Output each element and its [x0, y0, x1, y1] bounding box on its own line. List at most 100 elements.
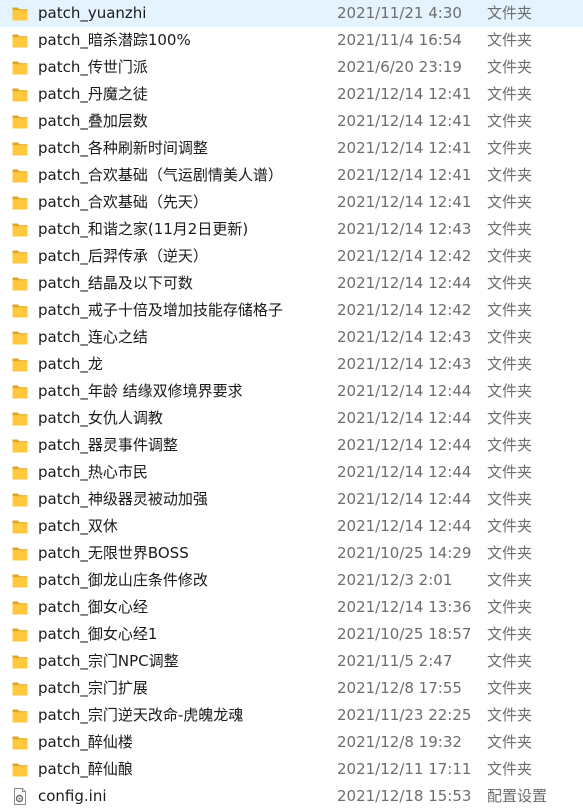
file-name: patch_年龄 结缘双修境界要求	[38, 382, 243, 400]
folder-icon	[12, 734, 28, 751]
folder-icon	[12, 626, 28, 643]
file-name: patch_宗门扩展	[38, 679, 148, 697]
modified-date: 2021/12/14 12:44	[337, 490, 472, 508]
list-item[interactable]: patch_连心之结 2021/12/14 12:43 文件夹	[0, 324, 583, 351]
modified-date: 2021/12/14 12:44	[337, 274, 472, 292]
file-name: patch_龙	[38, 355, 103, 373]
list-item[interactable]: patch_女仇人调教 2021/12/14 12:44 文件夹	[0, 405, 583, 432]
list-item[interactable]: patch_各种刷新时间调整 2021/12/14 12:41 文件夹	[0, 135, 583, 162]
list-item[interactable]: patch_传世门派 2021/6/20 23:19 文件夹	[0, 54, 583, 81]
file-type: 文件夹	[487, 139, 533, 157]
file-type: 文件夹	[487, 31, 533, 49]
file-type: 文件夹	[487, 85, 533, 103]
file-name: patch_醉仙酿	[38, 760, 133, 778]
folder-icon	[12, 32, 28, 49]
modified-date: 2021/12/14 12:41	[337, 139, 472, 157]
modified-date: 2021/11/23 22:25	[337, 706, 472, 724]
file-type: 文件夹	[487, 58, 533, 76]
modified-date: 2021/10/25 14:29	[337, 544, 472, 562]
list-item[interactable]: patch_丹魔之徒 2021/12/14 12:41 文件夹	[0, 81, 583, 108]
modified-date: 2021/12/14 12:41	[337, 166, 472, 184]
modified-date: 2021/12/14 12:43	[337, 328, 472, 346]
list-item[interactable]: patch_器灵事件调整 2021/12/14 12:44 文件夹	[0, 432, 583, 459]
list-item[interactable]: patch_yuanzhi 2021/11/21 4:30 文件夹	[0, 0, 583, 27]
modified-date: 2021/12/14 12:41	[337, 112, 472, 130]
folder-icon	[12, 572, 28, 589]
list-item[interactable]: patch_后羿传承（逆天） 2021/12/14 12:42 文件夹	[0, 243, 583, 270]
list-item[interactable]: patch_双休 2021/12/14 12:44 文件夹	[0, 513, 583, 540]
file-name: patch_器灵事件调整	[38, 436, 178, 454]
file-type: 文件夹	[487, 247, 533, 265]
file-type: 文件夹	[487, 382, 533, 400]
file-name: patch_戒子十倍及增加技能存储格子	[38, 301, 283, 319]
modified-date: 2021/12/14 12:43	[337, 355, 472, 373]
list-item[interactable]: patch_戒子十倍及增加技能存储格子 2021/12/14 12:42 文件夹	[0, 297, 583, 324]
folder-icon	[12, 275, 28, 292]
file-type: 文件夹	[487, 328, 533, 346]
file-type: 文件夹	[487, 571, 533, 589]
modified-date: 2021/12/11 17:11	[337, 760, 472, 778]
folder-icon	[12, 599, 28, 616]
file-type: 文件夹	[487, 598, 533, 616]
file-name: patch_合欢基础（气运剧情美人谱）	[38, 166, 283, 184]
folder-icon	[12, 302, 28, 319]
modified-date: 2021/12/14 12:41	[337, 85, 472, 103]
file-type: 文件夹	[487, 625, 533, 643]
list-item[interactable]: patch_醉仙酿 2021/12/11 17:11 文件夹	[0, 756, 583, 783]
file-type: 文件夹	[487, 355, 533, 373]
file-name: patch_无限世界BOSS	[38, 544, 189, 562]
list-item[interactable]: patch_和谐之家(11月2日更新) 2021/12/14 12:43 文件夹	[0, 216, 583, 243]
folder-icon	[12, 761, 28, 778]
list-item[interactable]: patch_神级器灵被动加强 2021/12/14 12:44 文件夹	[0, 486, 583, 513]
file-name: patch_热心市民	[38, 463, 148, 481]
list-item[interactable]: patch_结晶及以下可数 2021/12/14 12:44 文件夹	[0, 270, 583, 297]
modified-date: 2021/12/14 12:44	[337, 409, 472, 427]
list-item[interactable]: patch_御女心经 2021/12/14 13:36 文件夹	[0, 594, 583, 621]
modified-date: 2021/11/21 4:30	[337, 4, 462, 22]
folder-icon	[12, 140, 28, 157]
file-name: patch_女仇人调教	[38, 409, 163, 427]
list-item[interactable]: patch_合欢基础（气运剧情美人谱） 2021/12/14 12:41 文件夹	[0, 162, 583, 189]
list-item[interactable]: patch_宗门NPC调整 2021/11/5 2:47 文件夹	[0, 648, 583, 675]
file-name: patch_传世门派	[38, 58, 148, 76]
list-item[interactable]: patch_宗门扩展 2021/12/8 17:55 文件夹	[0, 675, 583, 702]
file-name: patch_神级器灵被动加强	[38, 490, 208, 508]
folder-icon	[12, 248, 28, 265]
modified-date: 2021/12/14 12:44	[337, 463, 472, 481]
file-type: 文件夹	[487, 760, 533, 778]
list-item[interactable]: patch_醉仙楼 2021/12/8 19:32 文件夹	[0, 729, 583, 756]
file-name: patch_暗杀潜踪100%	[38, 31, 191, 49]
file-name: patch_双休	[38, 517, 118, 535]
list-item[interactable]: patch_龙 2021/12/14 12:43 文件夹	[0, 351, 583, 378]
list-item[interactable]: patch_御女心经1 2021/10/25 18:57 文件夹	[0, 621, 583, 648]
folder-icon	[12, 59, 28, 76]
list-item[interactable]: patch_御龙山庄条件修改 2021/12/3 2:01 文件夹	[0, 567, 583, 594]
file-name: patch_御女心经	[38, 598, 148, 616]
file-type: 文件夹	[487, 463, 533, 481]
folder-icon	[12, 545, 28, 562]
folder-icon	[12, 356, 28, 373]
file-name: patch_叠加层数	[38, 112, 148, 130]
list-item[interactable]: patch_叠加层数 2021/12/14 12:41 文件夹	[0, 108, 583, 135]
file-name: patch_yuanzhi	[38, 4, 147, 22]
folder-icon	[12, 680, 28, 697]
file-type: 文件夹	[487, 409, 533, 427]
file-type: 文件夹	[487, 220, 533, 238]
file-type: 文件夹	[487, 652, 533, 670]
list-item[interactable]: patch_宗门逆天改命-虎魄龙魂 2021/11/23 22:25 文件夹	[0, 702, 583, 729]
modified-date: 2021/11/4 16:54	[337, 31, 462, 49]
folder-icon	[12, 329, 28, 346]
file-list: patch_yuanzhi 2021/11/21 4:30 文件夹 patch_暗杀潜…	[0, 0, 583, 806]
file-name: patch_御女心经1	[38, 625, 158, 643]
list-item[interactable]: patch_暗杀潜踪100% 2021/11/4 16:54 文件夹	[0, 27, 583, 54]
file-name: patch_御龙山庄条件修改	[38, 571, 208, 589]
list-item[interactable]: patch_无限世界BOSS 2021/10/25 14:29 文件夹	[0, 540, 583, 567]
file-name: patch_丹魔之徒	[38, 85, 148, 103]
list-item[interactable]: patch_年龄 结缘双修境界要求 2021/12/14 12:44 文件夹	[0, 378, 583, 405]
file-type: 文件夹	[487, 112, 533, 130]
list-item[interactable]: patch_热心市民 2021/12/14 12:44 文件夹	[0, 459, 583, 486]
list-item[interactable]: patch_合欢基础（先天） 2021/12/14 12:41 文件夹	[0, 189, 583, 216]
config-file-icon	[12, 788, 28, 805]
modified-date: 2021/12/14 12:43	[337, 220, 472, 238]
folder-icon	[12, 518, 28, 535]
